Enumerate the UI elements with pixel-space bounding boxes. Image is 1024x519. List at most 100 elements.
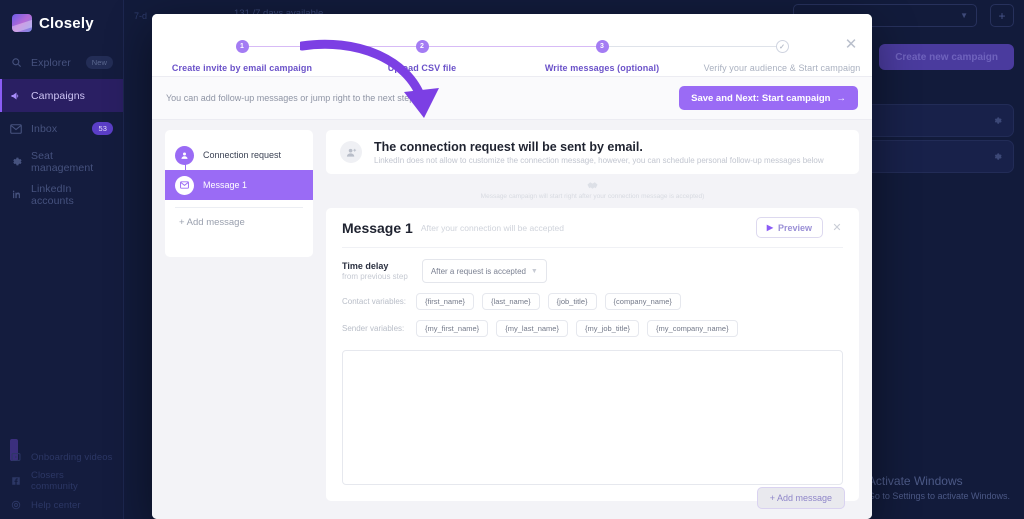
info-card-title: The connection request will be sent by e…: [374, 139, 643, 154]
step-label: Verify your audience & Start campaign: [703, 63, 861, 73]
message-editor-card: Message 1 After your connection will be …: [326, 208, 859, 501]
campaign-start-note-text: Message campaign will start right after …: [480, 193, 705, 200]
save-and-next-button[interactable]: Save and Next: Start campaign →: [679, 86, 858, 110]
wizard-right-column: The connection request will be sent by e…: [326, 130, 859, 519]
facebook-icon: [10, 475, 22, 487]
message-editor-header: Message 1 After your connection will be …: [342, 208, 843, 248]
steplist-item-connection-request[interactable]: Connection request: [165, 140, 313, 170]
wizard-stepper: ✕ 1 Create invite by email campaign 2 Up…: [152, 14, 872, 76]
watermark-title: Activate Windows: [867, 474, 963, 488]
sidebar-item-label: Inbox: [31, 122, 58, 135]
gear-icon[interactable]: [993, 148, 1002, 166]
step-connector: [242, 46, 422, 47]
video-icon: [10, 451, 22, 463]
gear-icon[interactable]: [993, 112, 1002, 130]
sidebar-item-label: Onboarding videos: [31, 451, 113, 463]
variable-chip[interactable]: {my_company_name}: [647, 320, 738, 337]
create-new-campaign-button[interactable]: Create new campaign: [879, 44, 1014, 70]
campaign-start-note: Message campaign will start right after …: [326, 174, 859, 208]
message-step-list: Connection request Message 1 + Add messa…: [165, 130, 313, 257]
sender-variables-label: Sender variables:: [342, 324, 405, 333]
time-delay-select[interactable]: After a request is accepted ▼: [421, 259, 547, 283]
sidebar-item-campaigns[interactable]: Campaigns: [0, 79, 123, 112]
message-body-textarea[interactable]: [342, 350, 843, 485]
watermark-subtitle: Go to Settings to activate Windows.: [867, 491, 1010, 501]
sidebar-item-help-center[interactable]: Help center: [0, 493, 123, 517]
variable-chip[interactable]: {my_job_title}: [576, 320, 640, 337]
sidebar-nav: Explorer New Campaigns Inbox 53 Seat man…: [0, 46, 123, 211]
step-connector: [422, 46, 602, 47]
variable-chip[interactable]: {my_first_name}: [416, 320, 489, 337]
search-icon: [10, 57, 22, 69]
sidebar-item-explorer[interactable]: Explorer New: [0, 46, 123, 79]
gear-icon: [10, 156, 22, 168]
person-icon: [175, 145, 194, 165]
save-and-next-label: Save and Next: Start campaign: [691, 92, 831, 104]
sidebar-item-inbox[interactable]: Inbox 53: [0, 112, 123, 145]
sidebar-item-seat-management[interactable]: Seat management: [0, 145, 123, 178]
stepper-steps: 1 Create invite by email campaign 2 Uplo…: [152, 40, 872, 73]
contact-variables-label: Contact variables:: [342, 297, 407, 306]
wizard-body: Connection request Message 1 + Add messa…: [152, 120, 872, 519]
time-delay-value: After a request is accepted: [430, 266, 526, 276]
steplist-item-label: Connection request: [203, 150, 282, 160]
person-add-icon: [340, 141, 362, 163]
steplist-add-message-button[interactable]: + Add message: [165, 208, 313, 228]
step-check-icon: ✓: [775, 40, 789, 53]
step-connector: [602, 46, 782, 47]
variable-chip[interactable]: {job_title}: [547, 293, 597, 310]
trial-label: 7-d: [134, 11, 148, 21]
sidebar-item-label: Explorer: [31, 56, 71, 69]
inbox-count-badge: 53: [92, 122, 113, 135]
step-1[interactable]: 1 Create invite by email campaign: [152, 40, 422, 73]
close-icon[interactable]: ✕: [831, 221, 843, 234]
variable-chip[interactable]: {first_name}: [416, 293, 475, 310]
envelope-icon: [175, 175, 194, 195]
arrow-right-icon: →: [836, 92, 847, 104]
closely-logo-icon: [12, 14, 32, 32]
brand[interactable]: Closely: [0, 0, 123, 36]
sidebar-item-closers-community[interactable]: Closers community: [0, 469, 123, 493]
subbar-hint: You can add follow-up messages or jump r…: [166, 93, 417, 103]
sidebar-item-label: Campaigns: [31, 89, 86, 102]
step-number: 2: [415, 40, 429, 53]
time-delay-hint: from previous step: [342, 272, 408, 281]
message-title: Message 1: [342, 219, 413, 236]
campaign-wizard-modal: ✕ 1 Create invite by email campaign 2 Up…: [152, 14, 872, 519]
sidebar-badge-new: New: [85, 56, 113, 69]
screen-root: Closely Explorer New Campaigns Inbox 53 …: [0, 0, 1024, 519]
time-delay-row: Time delay from previous step After a re…: [342, 248, 843, 283]
step-4[interactable]: ✓ Verify your audience & Start campaign: [692, 40, 872, 73]
add-account-button[interactable]: +: [990, 4, 1014, 27]
megaphone-icon: [10, 90, 22, 102]
time-delay-title: Time delay: [342, 261, 389, 271]
time-delay-label: Time delay from previous step: [342, 261, 408, 281]
step-label: Upload CSV file: [387, 63, 457, 73]
play-icon: ▶: [766, 223, 773, 232]
step-2[interactable]: 2 Upload CSV file: [332, 40, 602, 73]
sidebar-bottom-nav: Onboarding videos Closers community Help…: [0, 445, 123, 519]
wizard-subbar: You can add follow-up messages or jump r…: [152, 76, 872, 120]
step-number: 3: [595, 40, 609, 53]
step-3[interactable]: 3 Write messages (optional): [512, 40, 782, 73]
preview-button[interactable]: ▶ Preview: [755, 217, 823, 238]
variable-chip[interactable]: {last_name}: [482, 293, 540, 310]
steplist-item-message-1[interactable]: Message 1: [165, 170, 313, 200]
step-label: Create invite by email campaign: [171, 63, 313, 73]
sidebar-item-onboarding-videos[interactable]: Onboarding videos: [0, 445, 123, 469]
info-card-subtitle: LinkedIn does not allow to customize the…: [374, 155, 824, 165]
sidebar-item-label: Closers community: [31, 470, 78, 492]
sidebar-item-linkedin-accounts[interactable]: LinkedIn accounts: [0, 178, 123, 211]
envelope-icon: [10, 123, 22, 135]
linkedin-icon: [10, 189, 22, 201]
chevron-down-icon: ▼: [960, 11, 968, 20]
preview-label: Preview: [777, 222, 812, 233]
message-subtitle: After your connection will be accepted: [420, 222, 564, 233]
lifebuoy-icon: [10, 499, 22, 511]
variable-chip[interactable]: {company_name}: [604, 293, 681, 310]
add-message-button[interactable]: + Add message: [756, 487, 845, 509]
sender-variables-row: Sender variables: {my_first_name} {my_la…: [342, 310, 843, 337]
windows-activation-watermark: Activate Windows Go to Settings to activ…: [868, 474, 1010, 501]
variable-chip[interactable]: {my_last_name}: [496, 320, 568, 337]
step-number: 1: [235, 40, 249, 53]
